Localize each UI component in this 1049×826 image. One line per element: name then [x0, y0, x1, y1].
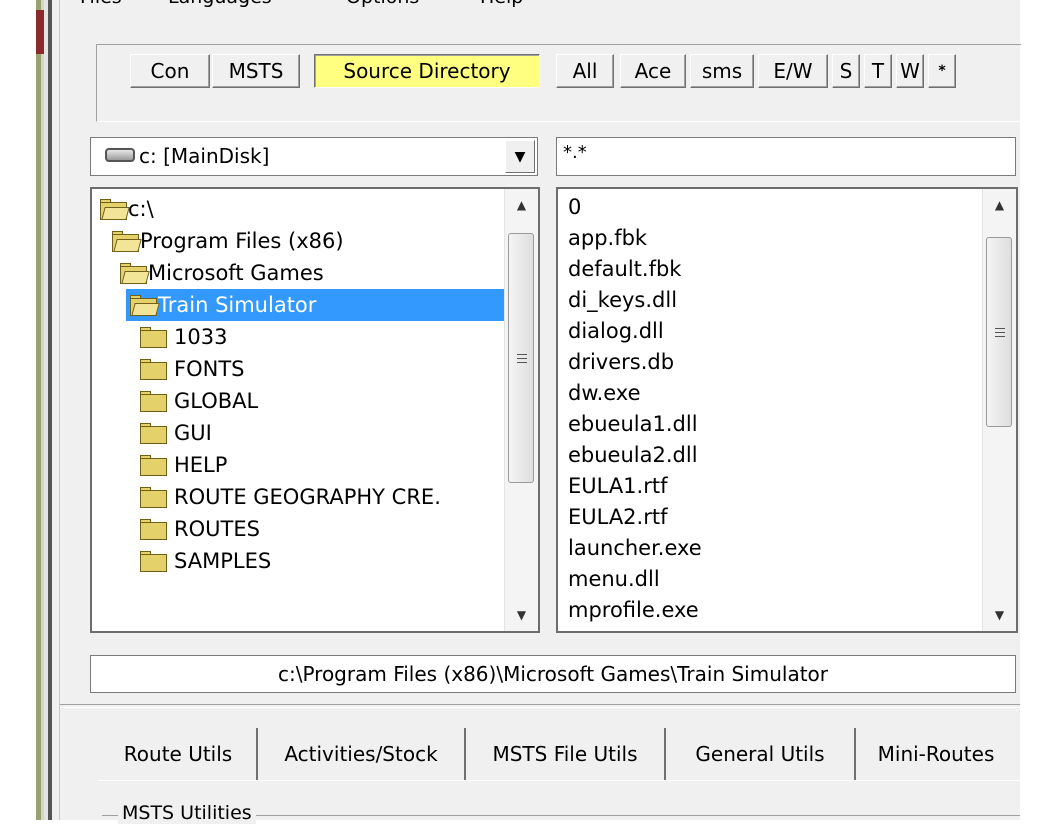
folder-icon — [140, 455, 167, 476]
path-field[interactable]: c:\Program Files (x86)\Microsoft Games\T… — [90, 655, 1016, 693]
file-item[interactable]: ebueula2.dll — [568, 439, 698, 471]
tab-general-utils[interactable]: General Utils — [666, 728, 856, 780]
scroll-thumb[interactable] — [986, 237, 1012, 427]
scroll-down-icon[interactable]: ▼ — [983, 599, 1016, 631]
toolbar-button-ew[interactable]: E/W — [758, 54, 828, 88]
directory-item[interactable]: Program Files (x86) — [92, 225, 504, 257]
folder-icon — [140, 551, 167, 572]
chevron-down-icon[interactable]: ▼ — [505, 140, 535, 173]
toolbar-button-msts[interactable]: MSTS — [212, 54, 300, 88]
menu-languages[interactable]: Languages — [168, 0, 272, 8]
directory-item[interactable]: HELP — [92, 449, 504, 481]
toolbar-button-source-directory[interactable]: Source Directory — [314, 54, 540, 88]
directory-item-label: c:\ — [128, 197, 154, 221]
menu-help[interactable]: Help — [480, 0, 523, 8]
directory-item[interactable]: GUI — [92, 417, 504, 449]
menu-files[interactable]: Files — [80, 0, 122, 8]
tab-activities-stock[interactable]: Activities/Stock — [258, 728, 466, 780]
toolbar-button-ace[interactable]: Ace — [620, 54, 686, 88]
separator — [60, 704, 1020, 708]
directory-item-label: ROUTES — [174, 517, 260, 541]
drive-select[interactable]: c: [MainDisk] ▼ — [90, 137, 538, 176]
toolbar-button-sms[interactable]: sms — [690, 54, 754, 88]
file-item[interactable]: 0 — [568, 191, 581, 223]
folder-open-icon — [100, 199, 130, 220]
file-item[interactable]: dialog.dll — [568, 315, 664, 347]
directory-item[interactable]: Train Simulator — [126, 289, 504, 321]
window-accent — [36, 10, 44, 54]
folder-icon — [140, 327, 167, 348]
file-item[interactable]: di_keys.dll — [568, 284, 677, 316]
directory-item[interactable]: Microsoft Games — [92, 257, 504, 289]
scroll-thumb[interactable] — [508, 233, 534, 483]
tab-mini-routes[interactable]: Mini-Routes — [856, 728, 1016, 780]
menu-options[interactable]: Options — [346, 0, 419, 8]
file-item[interactable]: EULA1.rtf — [568, 470, 667, 502]
tab-baseline — [98, 780, 1020, 781]
folder-open-icon — [130, 295, 160, 316]
groupbox-label: MSTS Utilities — [118, 802, 256, 824]
toolbar-button-all[interactable]: All — [556, 54, 614, 88]
scroll-up-icon[interactable]: ▲ — [983, 189, 1016, 221]
toolbar-button-t[interactable]: T — [864, 54, 892, 88]
scroll-down-icon[interactable]: ▼ — [505, 599, 538, 631]
directory-item[interactable]: SAMPLES — [92, 545, 504, 577]
toolbar-button-s[interactable]: S — [832, 54, 860, 88]
directory-item-label: SAMPLES — [174, 549, 272, 573]
background-window — [0, 0, 36, 820]
folder-icon — [140, 519, 167, 540]
directory-item[interactable]: 1033 — [92, 321, 504, 353]
directory-scrollbar[interactable]: ▲ ▼ — [504, 189, 538, 631]
file-item[interactable]: drivers.db — [568, 346, 674, 378]
window-edge — [52, 0, 60, 820]
file-item[interactable]: app.fbk — [568, 222, 647, 254]
file-item[interactable]: default.fbk — [568, 253, 681, 285]
directory-list[interactable]: c:\ Program Files (x86) Microsoft Games Tra… — [90, 187, 540, 633]
folder-icon — [140, 359, 167, 380]
file-item[interactable]: dw.exe — [568, 377, 641, 409]
file-scrollbar[interactable]: ▲ ▼ — [982, 189, 1016, 631]
file-item[interactable]: mprofile.exe — [568, 594, 699, 626]
toolbar-button-con[interactable]: Con — [130, 54, 210, 88]
file-item[interactable]: EULA2.rtf — [568, 501, 667, 533]
folder-open-icon — [120, 263, 150, 284]
directory-item[interactable]: ROUTE GEOGRAPHY CRE. — [92, 481, 504, 513]
folder-icon — [140, 487, 167, 508]
directory-item-label: Train Simulator — [158, 293, 317, 317]
directory-item-label: HELP — [174, 453, 228, 477]
directory-item-label: 1033 — [174, 325, 228, 349]
directory-item-label: GLOBAL — [174, 389, 259, 413]
folder-icon — [140, 391, 167, 412]
toolbar-button-w[interactable]: W — [896, 54, 924, 88]
scroll-up-icon[interactable]: ▲ — [505, 189, 538, 221]
directory-item-label: ROUTE GEOGRAPHY CRE. — [174, 485, 441, 509]
menu-bar: Files Languages Options Help — [60, 0, 1020, 10]
directory-item[interactable]: c:\ — [92, 193, 504, 225]
window-right-edge — [1020, 0, 1049, 820]
tab-route-utils[interactable]: Route Utils — [100, 728, 258, 780]
drive-icon — [105, 148, 135, 162]
directory-item[interactable]: FONTS — [92, 353, 504, 385]
directory-item[interactable]: ROUTES — [92, 513, 504, 545]
file-item[interactable]: launcher.exe — [568, 532, 702, 564]
tab-msts-file-utils[interactable]: MSTS File Utils — [466, 728, 666, 780]
directory-item-label: Program Files (x86) — [140, 229, 344, 253]
file-filter-input[interactable]: *.* — [556, 137, 1016, 176]
directory-item-label: FONTS — [174, 357, 245, 381]
folder-open-icon — [112, 231, 142, 252]
file-item[interactable]: menu.dll — [568, 563, 660, 595]
folder-icon — [140, 423, 167, 444]
file-list[interactable]: 0 app.fbk default.fbk di_keys.dll dialog.dll… — [556, 187, 1018, 633]
directory-item-label: Microsoft Games — [148, 261, 324, 285]
directory-item-label: GUI — [174, 421, 212, 445]
drive-select-value: c: [MainDisk] — [139, 144, 270, 168]
file-item[interactable]: ebueula1.dll — [568, 408, 698, 440]
toolbar-button-star[interactable]: * — [928, 54, 956, 88]
directory-item[interactable]: GLOBAL — [92, 385, 504, 417]
